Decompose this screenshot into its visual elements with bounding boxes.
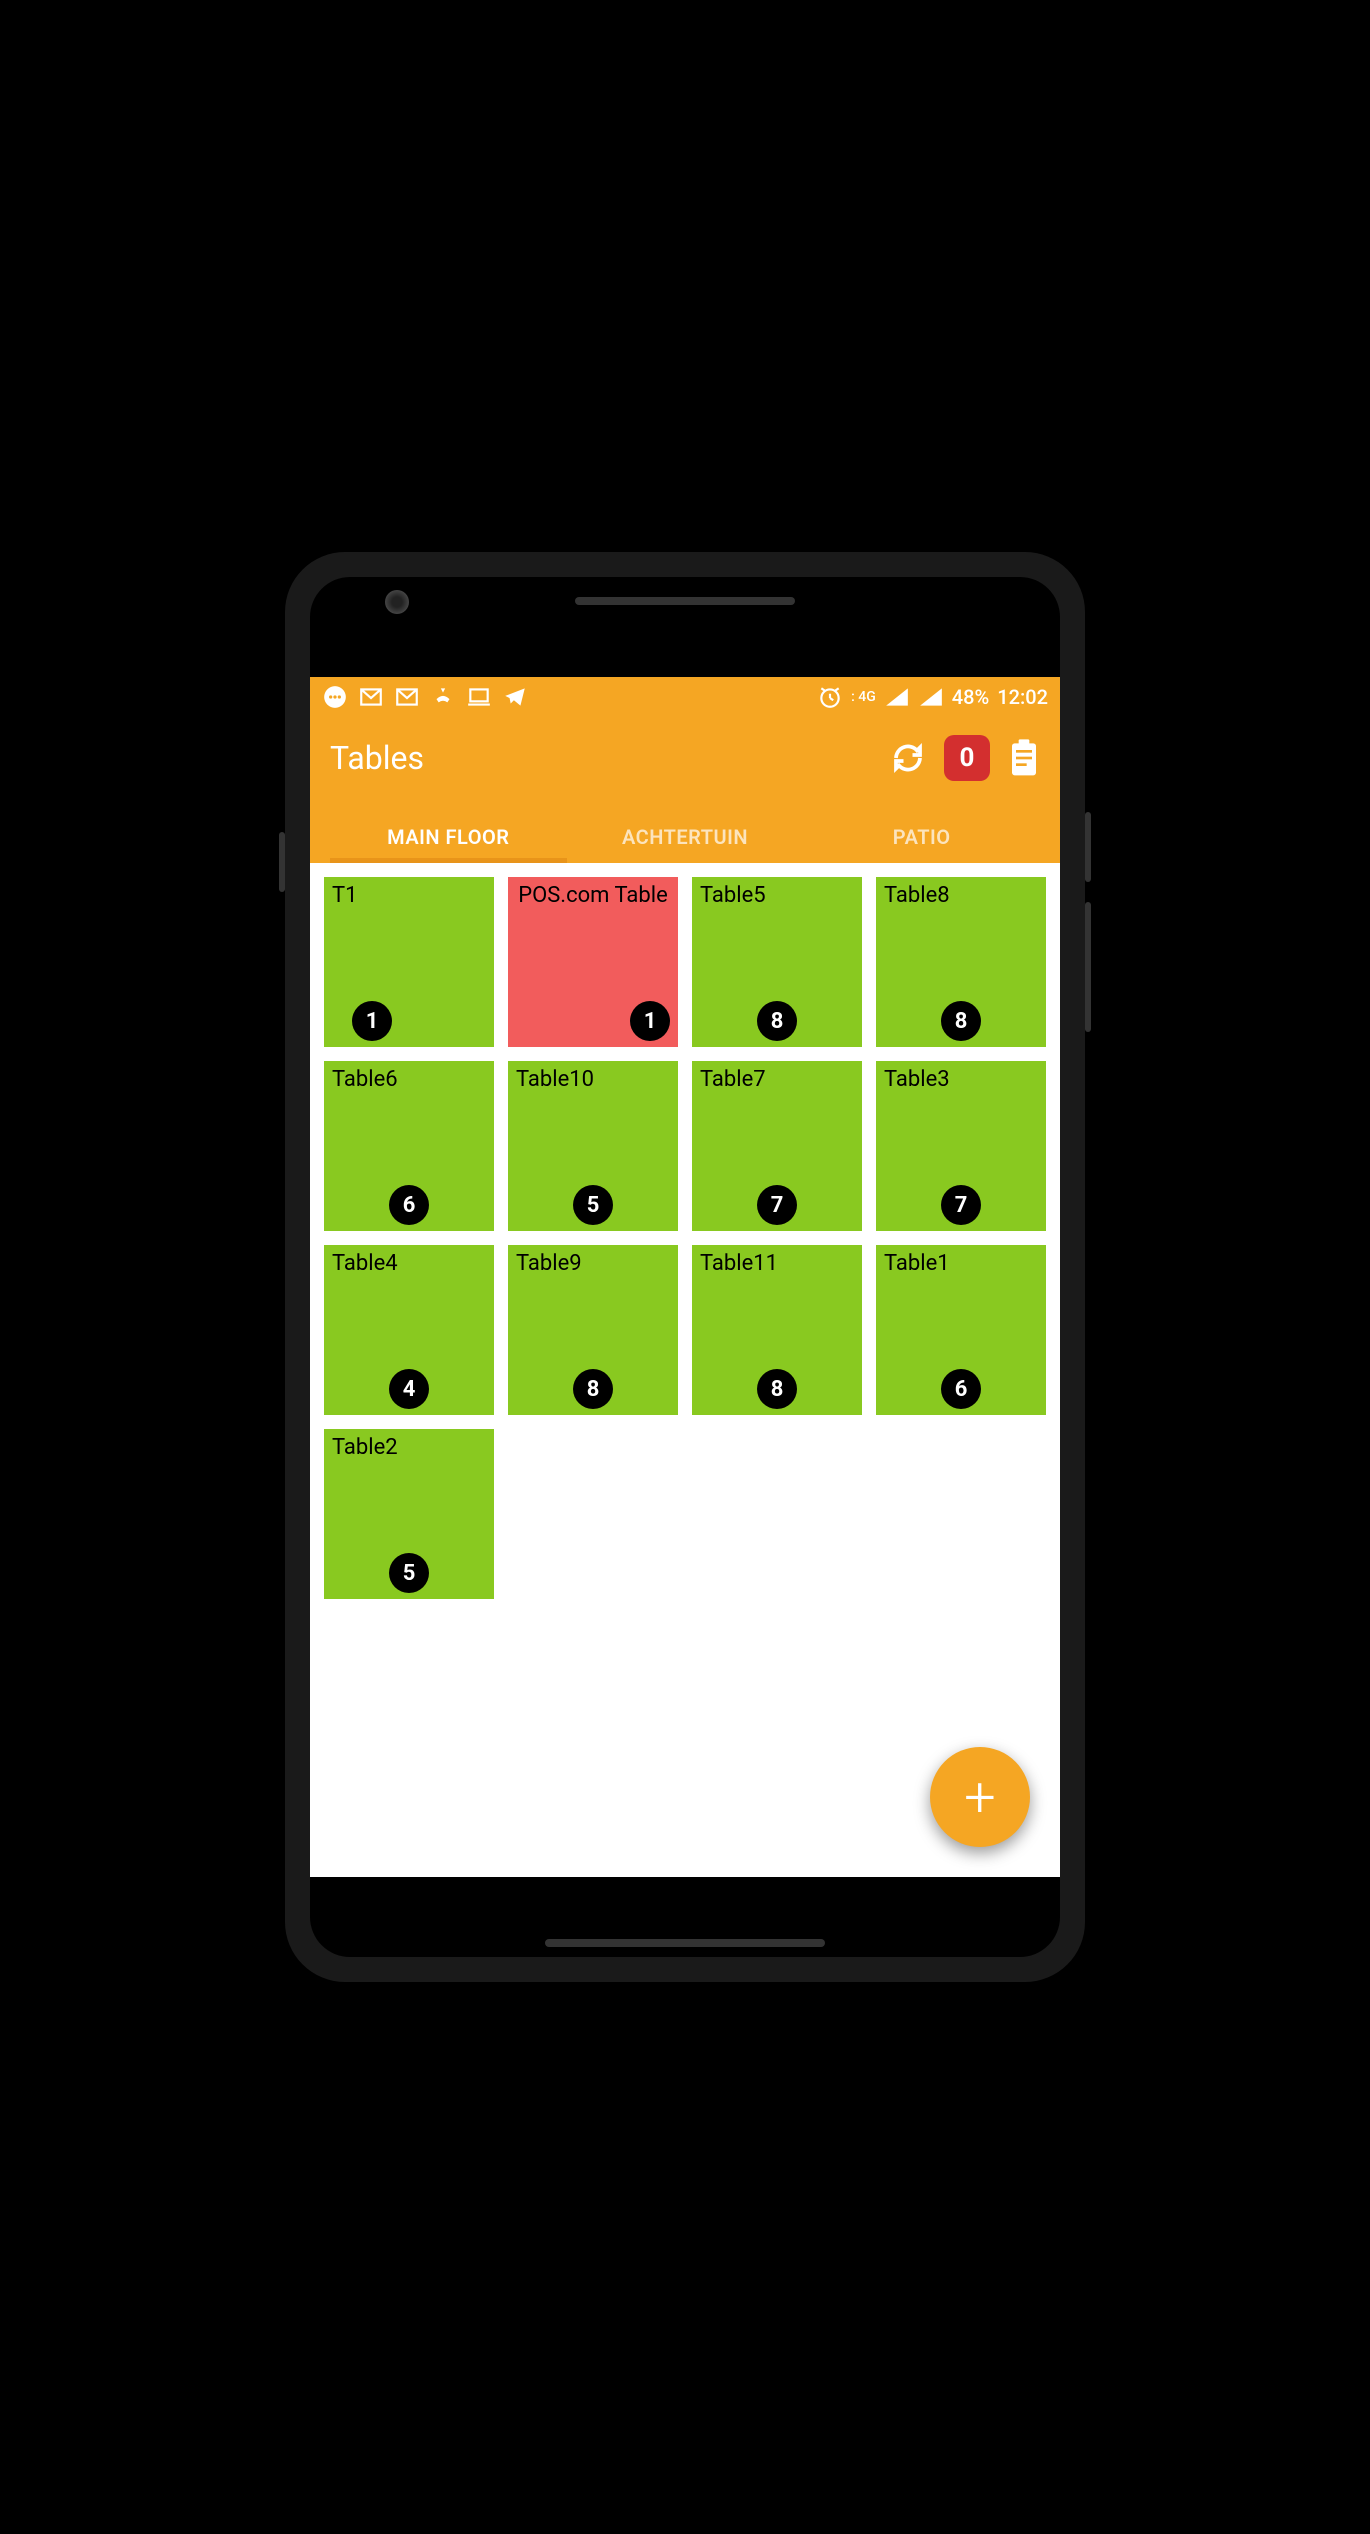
notification-badge[interactable]: 0	[944, 735, 990, 781]
table-name-label: Table9	[516, 1251, 670, 1277]
table-card[interactable]: Table2 5	[324, 1429, 494, 1599]
table-card[interactable]: Table8 8	[876, 877, 1046, 1047]
phone-side-button	[1085, 902, 1091, 1032]
table-seat-count: 5	[573, 1185, 613, 1225]
table-name-label: Table4	[332, 1251, 486, 1277]
tab-achtertuin[interactable]: ACHTERTUIN	[567, 811, 804, 863]
table-card[interactable]: Table5 8	[692, 877, 862, 1047]
table-name-label: Table6	[332, 1067, 486, 1093]
table-seat-count: 1	[630, 1001, 670, 1041]
telegram-icon	[502, 684, 528, 710]
table-seat-count: 7	[941, 1185, 981, 1225]
table-name-label: Table11	[700, 1251, 854, 1277]
table-card[interactable]: Table3 7	[876, 1061, 1046, 1231]
badge-count: 0	[960, 743, 975, 773]
table-name-label: POS.com Table	[516, 883, 670, 909]
laptop-icon	[466, 684, 492, 710]
message-icon	[322, 684, 348, 710]
alarm-icon	[817, 684, 843, 710]
status-bar: : 4G 48% 12:02	[310, 677, 1060, 717]
gmail-icon	[394, 684, 420, 710]
table-name-label: Table7	[700, 1067, 854, 1093]
table-card[interactable]: POS.com Table 1	[508, 877, 678, 1047]
table-card[interactable]: Table10 5	[508, 1061, 678, 1231]
phone-camera	[385, 590, 409, 614]
phone-side-button	[1085, 812, 1091, 882]
app-header: Tables 0	[310, 717, 1060, 863]
phone-side-button	[279, 832, 285, 892]
table-seat-count: 8	[757, 1001, 797, 1041]
table-name-label: T1	[332, 883, 486, 909]
app-screen: : 4G 48% 12:02 Tables	[310, 677, 1060, 1877]
table-name-label: Table8	[884, 883, 1038, 909]
table-card[interactable]: Table9 8	[508, 1245, 678, 1415]
plus-icon: +	[964, 1764, 996, 1830]
table-seat-count: 1	[352, 1001, 392, 1041]
table-name-label: Table2	[332, 1435, 486, 1461]
signal-icon	[884, 684, 910, 710]
tab-patio[interactable]: PATIO	[803, 811, 1040, 863]
battery-percent: 48%	[952, 685, 989, 709]
add-button[interactable]: +	[930, 1747, 1030, 1847]
clock-time: 12:02	[997, 685, 1048, 709]
table-seat-count: 8	[941, 1001, 981, 1041]
page-title: Tables	[330, 739, 424, 777]
table-card[interactable]: Table4 4	[324, 1245, 494, 1415]
table-card[interactable]: Table11 8	[692, 1245, 862, 1415]
table-name-label: Table5	[700, 883, 854, 909]
table-seat-count: 6	[941, 1369, 981, 1409]
tables-grid: T11POS.com Table1Table58Table88Table66Ta…	[324, 877, 1046, 1599]
table-seat-count: 6	[389, 1185, 429, 1225]
table-name-label: Table3	[884, 1067, 1038, 1093]
table-seat-count: 4	[389, 1369, 429, 1409]
table-seat-count: 5	[389, 1553, 429, 1593]
table-seat-count: 8	[573, 1369, 613, 1409]
phone-device-frame: : 4G 48% 12:02 Tables	[285, 552, 1085, 1982]
table-seat-count: 8	[757, 1369, 797, 1409]
table-card[interactable]: T1 1	[324, 877, 494, 1047]
main-content: T11POS.com Table1Table58Table88Table66Ta…	[310, 863, 1060, 1877]
table-card[interactable]: Table1 6	[876, 1245, 1046, 1415]
sync-button[interactable]	[890, 740, 926, 776]
table-name-label: Table1	[884, 1251, 1038, 1277]
phone-speaker	[575, 597, 795, 605]
network-type: : 4G	[851, 689, 876, 705]
table-card[interactable]: Table7 7	[692, 1061, 862, 1231]
missed-call-icon	[430, 684, 456, 710]
table-name-label: Table10	[516, 1067, 670, 1093]
signal-icon	[918, 684, 944, 710]
clipboard-button[interactable]	[1008, 739, 1040, 777]
table-card[interactable]: Table6 6	[324, 1061, 494, 1231]
table-seat-count: 7	[757, 1185, 797, 1225]
phone-speaker	[545, 1939, 825, 1947]
tabs-row: MAIN FLOORACHTERTUINPATIO	[330, 811, 1040, 863]
tab-main-floor[interactable]: MAIN FLOOR	[330, 811, 567, 863]
gmail-icon	[358, 684, 384, 710]
